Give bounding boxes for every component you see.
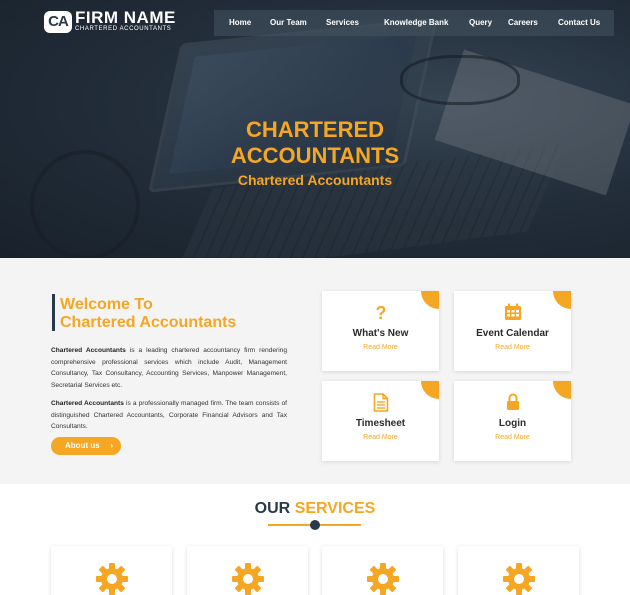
main-nav: Home Our Team Services Knowledge Bank Qu…: [214, 10, 614, 36]
hero-subtitle: Chartered Accountants: [237, 172, 393, 188]
welcome-paragraph-1: Chartered Accountants is a leading chart…: [51, 347, 287, 389]
gear-icon: [96, 563, 128, 595]
document-icon: [322, 393, 439, 417]
nav-query[interactable]: Query: [469, 10, 492, 36]
nav-home[interactable]: Home: [229, 10, 251, 36]
service-card[interactable]: [187, 546, 308, 595]
chevron-right-icon: ›: [110, 441, 113, 450]
nav-services[interactable]: Services: [326, 10, 359, 36]
gear-icon: [232, 563, 264, 595]
hero-title-line1: CHARTERED: [245, 117, 385, 142]
service-card[interactable]: [458, 546, 579, 595]
read-more-link[interactable]: Read More: [322, 344, 439, 351]
nav-knowledge-bank[interactable]: Knowledge Bank: [384, 10, 448, 36]
read-more-link[interactable]: Read More: [454, 344, 571, 351]
read-more-link[interactable]: Read More: [454, 434, 571, 441]
card-title: Timesheet: [355, 418, 406, 429]
about-us-button[interactable]: About us ›: [51, 437, 121, 455]
welcome-title-line2: Chartered Accountants: [60, 314, 237, 331]
gear-icon: [367, 563, 399, 595]
card-title: Event Calendar: [476, 328, 549, 339]
nav-contact-us[interactable]: Contact Us: [558, 10, 600, 36]
card-login[interactable]: Login Read More: [454, 381, 571, 461]
logo-badge: CA: [44, 10, 72, 33]
hero-banner: CA FIRM NAME CHARTERED ACCOUNTANTS Home …: [0, 0, 630, 258]
welcome-paragraph-2: Chartered Accountants is a professionall…: [51, 400, 288, 431]
lock-icon: [454, 393, 571, 416]
welcome-title-line1: Welcome To: [60, 296, 153, 313]
nav-our-team[interactable]: Our Team: [270, 10, 307, 36]
gear-icon: [503, 563, 535, 595]
question-icon: ?: [322, 303, 439, 326]
card-title: Login: [498, 418, 527, 429]
welcome-section: Welcome To Chartered Accountants Charter…: [0, 258, 630, 484]
card-event-calendar[interactable]: Event Calendar Read More: [454, 291, 571, 371]
services-divider-dot: [310, 520, 320, 530]
services-title: OUR SERVICES: [254, 500, 376, 517]
nav-careers[interactable]: Careers: [508, 10, 538, 36]
svg-text:?: ?: [375, 303, 386, 321]
welcome-accent-bar: [52, 294, 55, 331]
card-whats-new[interactable]: ? What's New Read More: [322, 291, 439, 371]
service-card[interactable]: [51, 546, 172, 595]
logo-tagline: CHARTERED ACCOUNTANTS: [75, 26, 172, 32]
read-more-link[interactable]: Read More: [322, 434, 439, 441]
card-title: What's New: [352, 328, 409, 339]
card-timesheet[interactable]: Timesheet Read More: [322, 381, 439, 461]
logo-name: FIRM NAME: [75, 8, 176, 27]
hero-title-line2: ACCOUNTANTS: [230, 143, 400, 168]
logo[interactable]: CA FIRM NAME CHARTERED ACCOUNTANTS: [44, 8, 176, 33]
service-card[interactable]: [322, 546, 443, 595]
calendar-icon: [454, 303, 571, 326]
